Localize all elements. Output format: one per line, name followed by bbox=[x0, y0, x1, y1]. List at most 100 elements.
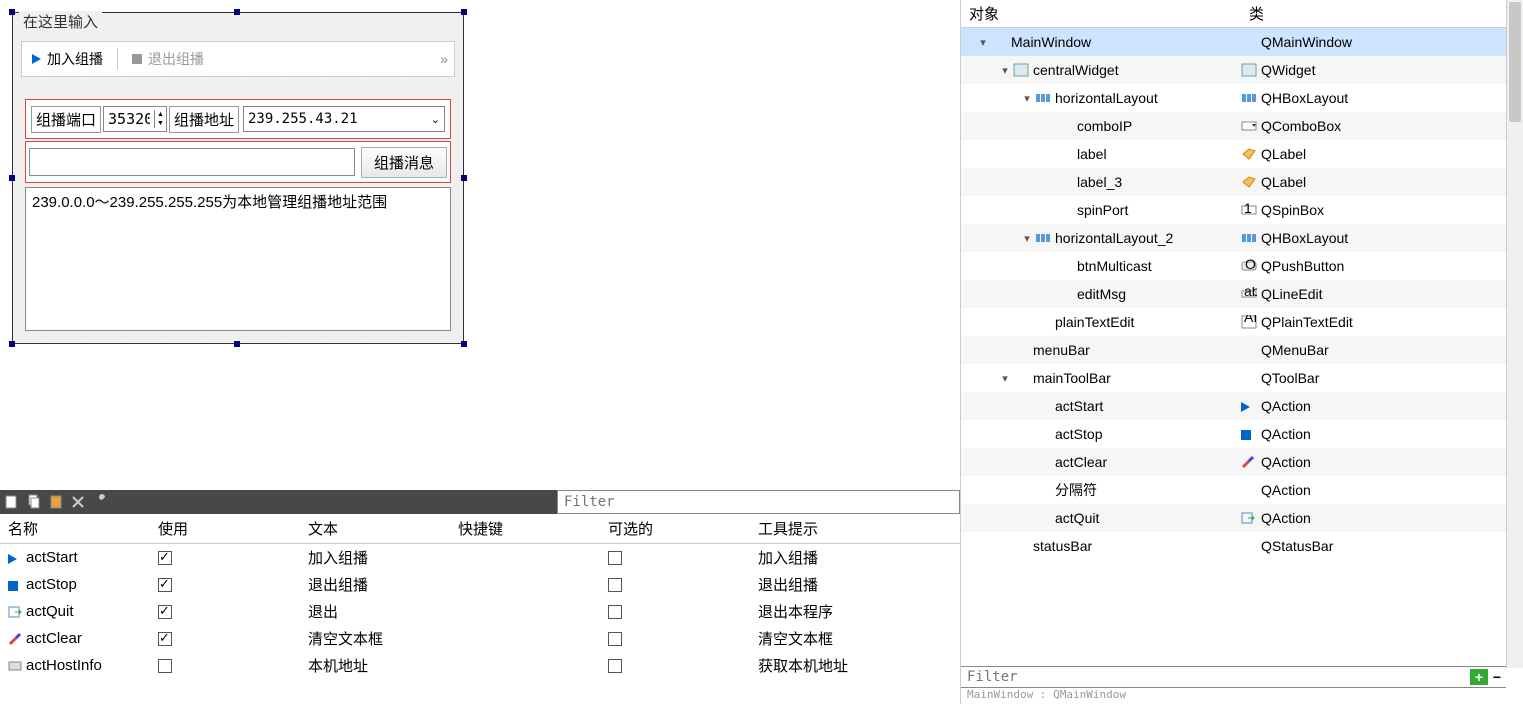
object-name: actStart bbox=[1055, 398, 1103, 414]
tree-row[interactable]: comboIPQComboBox bbox=[961, 112, 1523, 140]
class-name: QHBoxLayout bbox=[1261, 90, 1348, 106]
action-column-header[interactable]: 文本 bbox=[300, 514, 450, 544]
message-input[interactable] bbox=[29, 148, 355, 176]
port-spinbox[interactable]: ▲ ▼ bbox=[103, 106, 167, 132]
class-icon bbox=[1241, 511, 1257, 525]
checkable-checkbox[interactable] bbox=[608, 605, 622, 619]
tree-row[interactable]: ▾mainToolBarQToolBar bbox=[961, 364, 1523, 392]
action-row[interactable]: actStop退出组播退出组播 bbox=[0, 571, 960, 598]
toolbar-drag-handle[interactable]: » bbox=[434, 51, 454, 67]
inspector-scrollbar[interactable] bbox=[1506, 0, 1523, 668]
tree-row[interactable]: ▾horizontalLayoutQHBoxLayout bbox=[961, 84, 1523, 112]
tree-row[interactable]: btnMulticastOKQPushButton bbox=[961, 252, 1523, 280]
action-row[interactable]: actQuit退出退出本程序 bbox=[0, 598, 960, 625]
delete-icon[interactable] bbox=[70, 494, 86, 510]
selection-handle[interactable] bbox=[9, 341, 15, 347]
selection-handle[interactable] bbox=[234, 341, 240, 347]
groupbox-title[interactable]: 在这里输入 bbox=[19, 11, 102, 32]
used-checkbox[interactable] bbox=[158, 551, 172, 565]
object-icon bbox=[1057, 259, 1073, 273]
spin-down-icon[interactable]: ▼ bbox=[155, 119, 166, 128]
tree-row[interactable]: editMsgabcQLineEdit bbox=[961, 280, 1523, 308]
selection-handle[interactable] bbox=[234, 9, 240, 15]
expand-icon[interactable]: ▾ bbox=[997, 372, 1013, 385]
tree-row[interactable]: plainTextEditAIQPlainTextEdit bbox=[961, 308, 1523, 336]
new-action-icon[interactable] bbox=[4, 494, 20, 510]
remove-button[interactable]: − bbox=[1488, 669, 1506, 685]
action-column-header[interactable]: 快捷键 bbox=[450, 514, 600, 544]
expand-icon[interactable]: ▾ bbox=[975, 36, 991, 49]
class-icon bbox=[1241, 455, 1257, 469]
checkable-checkbox[interactable] bbox=[608, 551, 622, 565]
class-name: QComboBox bbox=[1261, 118, 1341, 134]
chevron-down-icon[interactable]: ⌄ bbox=[427, 113, 444, 126]
inspector-col-class[interactable]: 类 bbox=[1241, 0, 1272, 27]
used-checkbox[interactable] bbox=[158, 605, 172, 619]
form-preview[interactable]: 在这里输入 加入组播 退出组播 » 组播端口 ▲ ▼ 组播地址 bbox=[12, 12, 464, 344]
add-button[interactable]: + bbox=[1470, 669, 1488, 685]
class-name: QWidget bbox=[1261, 62, 1315, 78]
expand-icon[interactable]: ▾ bbox=[1019, 92, 1035, 105]
inspector-col-object[interactable]: 对象 bbox=[961, 0, 1241, 27]
tree-row[interactable]: label_3QLabel bbox=[961, 168, 1523, 196]
object-name: spinPort bbox=[1077, 202, 1128, 218]
multicast-button[interactable]: 组播消息 bbox=[361, 147, 447, 178]
tree-row[interactable]: actStartQAction bbox=[961, 392, 1523, 420]
tree-row[interactable]: statusBarQStatusBar bbox=[961, 532, 1523, 560]
tree-row[interactable]: actQuitQAction bbox=[961, 504, 1523, 532]
tree-row[interactable]: menuBarQMenuBar bbox=[961, 336, 1523, 364]
tree-row[interactable]: ▾MainWindowQMainWindow bbox=[961, 28, 1523, 56]
checkable-checkbox[interactable] bbox=[608, 578, 622, 592]
wrench-icon[interactable] bbox=[92, 494, 108, 510]
copy-icon[interactable] bbox=[26, 494, 42, 510]
selection-handle[interactable] bbox=[461, 175, 467, 181]
action-filter-input[interactable] bbox=[558, 491, 959, 513]
toolbar-stop-label: 退出组播 bbox=[148, 49, 204, 69]
svg-text:1: 1 bbox=[1244, 203, 1252, 216]
selection-handle[interactable] bbox=[9, 9, 15, 15]
action-column-header[interactable]: 使用 bbox=[150, 514, 300, 544]
tree-row[interactable]: ▾horizontalLayout_2QHBoxLayout bbox=[961, 224, 1523, 252]
address-combobox[interactable]: ⌄ bbox=[243, 106, 445, 132]
expand-icon[interactable]: ▾ bbox=[997, 64, 1013, 77]
action-row[interactable]: actClear清空文本框清空文本框 bbox=[0, 625, 960, 652]
expand-icon[interactable]: ▾ bbox=[1019, 232, 1035, 245]
toolbar-start-button[interactable]: 加入组播 bbox=[22, 45, 113, 73]
address-input[interactable] bbox=[244, 109, 427, 129]
tree-row[interactable]: 分隔符QAction bbox=[961, 476, 1523, 504]
selection-handle[interactable] bbox=[461, 9, 467, 15]
action-row[interactable]: actStart加入组播加入组播 bbox=[0, 544, 960, 572]
used-checkbox[interactable] bbox=[158, 659, 172, 673]
action-row[interactable]: actHostInfo本机地址获取本机地址 bbox=[0, 652, 960, 679]
action-column-header[interactable]: 可选的 bbox=[600, 514, 750, 544]
checkable-checkbox[interactable] bbox=[608, 632, 622, 646]
object-icon bbox=[1035, 315, 1051, 329]
object-icon bbox=[1057, 175, 1073, 189]
object-icon bbox=[1013, 343, 1029, 357]
tree-row[interactable]: spinPort1QSpinBox bbox=[961, 196, 1523, 224]
toolbar-stop-button[interactable]: 退出组播 bbox=[122, 45, 214, 73]
selection-handle[interactable] bbox=[461, 341, 467, 347]
used-checkbox[interactable] bbox=[158, 578, 172, 592]
action-column-header[interactable]: 工具提示 bbox=[750, 514, 960, 544]
selection-handle[interactable] bbox=[9, 175, 15, 181]
tree-row[interactable]: ▾centralWidgetQWidget bbox=[961, 56, 1523, 84]
port-input[interactable] bbox=[104, 108, 154, 130]
action-column-header[interactable]: 名称 bbox=[0, 514, 150, 544]
host-icon bbox=[8, 659, 22, 673]
plain-text-edit[interactable]: 239.0.0.0～239.255.255.255为本地管理组播地址范围 bbox=[25, 187, 451, 331]
paste-icon[interactable] bbox=[48, 494, 64, 510]
tree-row[interactable]: actStopQAction bbox=[961, 420, 1523, 448]
port-address-row[interactable]: 组播端口 ▲ ▼ 组播地址 ⌄ bbox=[25, 99, 451, 139]
inspector-filter-input[interactable] bbox=[961, 669, 1470, 685]
class-name: QHBoxLayout bbox=[1261, 230, 1348, 246]
class-icon bbox=[1241, 539, 1257, 553]
tree-row[interactable]: labelQLabel bbox=[961, 140, 1523, 168]
class-name: QToolBar bbox=[1261, 370, 1319, 386]
tree-row[interactable]: actClearQAction bbox=[961, 448, 1523, 476]
checkable-checkbox[interactable] bbox=[608, 659, 622, 673]
object-icon bbox=[1057, 147, 1073, 161]
spin-up-icon[interactable]: ▲ bbox=[155, 110, 166, 119]
used-checkbox[interactable] bbox=[158, 632, 172, 646]
message-row[interactable]: 组播消息 bbox=[25, 141, 451, 183]
